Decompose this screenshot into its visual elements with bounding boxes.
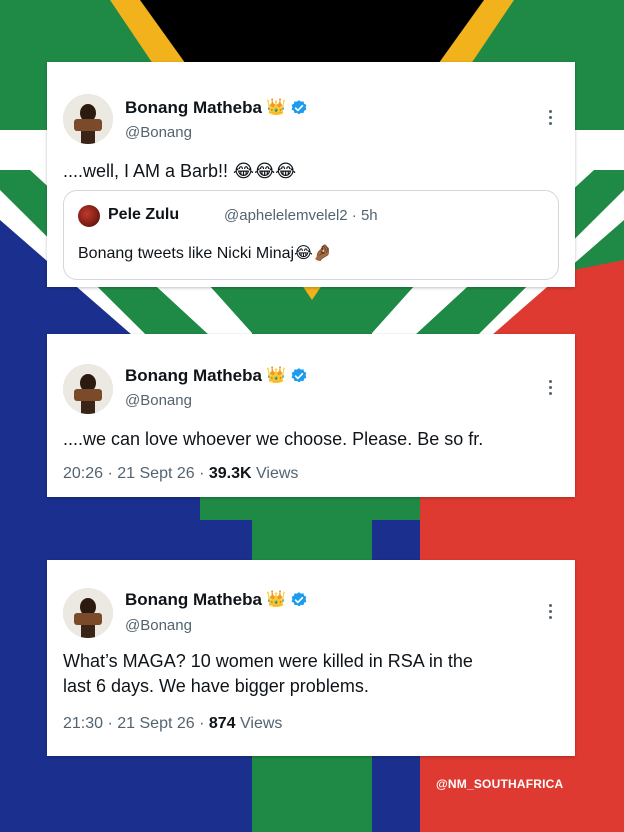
tweet-meta: 20:26 · 21 Sept 26 · 39.3K Views xyxy=(63,465,298,483)
crown-icon: 👑 xyxy=(265,591,286,608)
tweet-card-1[interactable]: Bonang Matheba 👑 @Bonang ....well, I AM … xyxy=(47,62,575,287)
verified-badge-icon xyxy=(291,100,307,115)
quoted-tweet-text: Bonang tweets like Nicki Minaj😂🤌🏾 xyxy=(78,245,333,262)
author-handle[interactable]: @Bonang xyxy=(125,392,192,409)
quoted-author-name[interactable]: Pele Zulu xyxy=(108,206,179,224)
more-options-icon[interactable] xyxy=(549,604,553,622)
tweet-card-3[interactable]: Bonang Matheba 👑 @Bonang What’s MAGA? 10… xyxy=(47,560,575,756)
author-name[interactable]: Bonang Matheba xyxy=(125,98,262,118)
tweet-timestamp[interactable]: 21:30 · 21 Sept 26 · xyxy=(63,715,209,732)
avatar-image xyxy=(63,94,113,144)
quoted-author-handle-time[interactable]: @aphelelemvelel2 · 5h xyxy=(224,207,378,224)
author-handle[interactable]: @Bonang xyxy=(125,124,192,141)
tweet-timestamp[interactable]: 20:26 · 21 Sept 26 · xyxy=(63,465,209,482)
profile-avatar[interactable] xyxy=(63,364,113,414)
watermark: @NM_SOUTHAFRICA xyxy=(436,777,564,791)
author-name[interactable]: Bonang Matheba xyxy=(125,366,262,386)
tweet-text: ....well, I AM a Barb!! 😂😂😂 xyxy=(63,161,297,181)
author-name[interactable]: Bonang Matheba xyxy=(125,590,262,610)
tweet-text-line-1: What’s MAGA? 10 women were killed in RSA… xyxy=(63,651,473,671)
crown-icon: 👑 xyxy=(265,99,286,116)
tweet-card-2[interactable]: Bonang Matheba 👑 @Bonang ....we can love… xyxy=(47,334,575,497)
profile-avatar[interactable] xyxy=(63,94,113,144)
views-label: Views xyxy=(235,715,283,732)
more-options-icon[interactable] xyxy=(549,380,553,398)
views-count: 39.3K xyxy=(208,465,252,482)
author-handle[interactable]: @Bonang xyxy=(125,617,192,634)
verified-badge-icon xyxy=(291,592,307,607)
tweet-meta: 21:30 · 21 Sept 26 · 874 Views xyxy=(63,715,282,733)
tweet-text-line-2: last 6 days. We have bigger problems. xyxy=(63,676,369,696)
views-label: Views xyxy=(251,465,299,482)
quoted-tweet[interactable]: Pele Zulu @aphelelemvelel2 · 5h Bonang t… xyxy=(63,190,559,280)
crown-icon: 👑 xyxy=(265,367,286,384)
tweet-text: ....we can love whoever we choose. Pleas… xyxy=(63,429,484,449)
avatar-image xyxy=(63,364,113,414)
quoted-author-avatar[interactable] xyxy=(78,205,100,227)
profile-avatar[interactable] xyxy=(63,588,113,638)
views-count: 874 xyxy=(208,715,236,732)
avatar-image xyxy=(63,588,113,638)
tweet-text: What’s MAGA? 10 women were killed in RSA… xyxy=(63,649,555,699)
more-options-icon[interactable] xyxy=(549,110,553,128)
verified-badge-icon xyxy=(291,368,307,383)
